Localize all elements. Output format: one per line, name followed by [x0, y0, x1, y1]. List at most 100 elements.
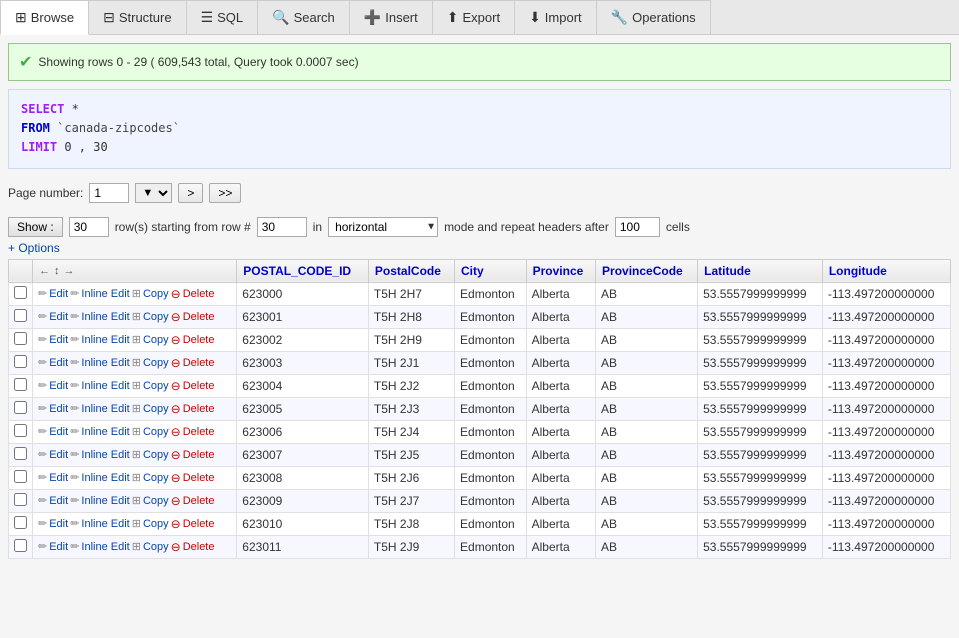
- delete-button[interactable]: Delete: [183, 518, 215, 530]
- cell-postal-code: T5H 2H9: [368, 328, 454, 351]
- tab-structure[interactable]: ⊟Structure: [89, 0, 186, 34]
- copy-button[interactable]: Copy: [143, 311, 169, 323]
- row-checkbox[interactable]: [14, 424, 27, 437]
- delete-button[interactable]: Delete: [183, 495, 215, 507]
- row-checkbox[interactable]: [14, 447, 27, 460]
- sql-limit-values: 0 , 30: [64, 140, 107, 154]
- copy-button[interactable]: Copy: [143, 380, 169, 392]
- inline-edit-button[interactable]: Inline Edit: [81, 495, 129, 507]
- copy-button[interactable]: Copy: [143, 426, 169, 438]
- delete-button[interactable]: Delete: [183, 426, 215, 438]
- page-number-input[interactable]: [89, 183, 129, 203]
- cell-province-code: AB: [596, 466, 698, 489]
- th-postal-code[interactable]: PostalCode: [368, 259, 454, 282]
- mode-select[interactable]: horizontal vertical horizontalflipped: [328, 217, 438, 237]
- cell-postal-code: T5H 2J7: [368, 489, 454, 512]
- headers-repeat-input[interactable]: [615, 217, 660, 237]
- edit-pencil-icon: ✏: [38, 494, 47, 507]
- edit-pencil-icon: ✏: [38, 517, 47, 530]
- cell-province-code: AB: [596, 351, 698, 374]
- options-link[interactable]: + Options: [8, 241, 951, 255]
- copy-button[interactable]: Copy: [143, 357, 169, 369]
- edit-button[interactable]: Edit: [49, 403, 68, 415]
- edit-button[interactable]: Edit: [49, 426, 68, 438]
- edit-button[interactable]: Edit: [49, 357, 68, 369]
- edit-button[interactable]: Edit: [49, 518, 68, 530]
- tab-insert[interactable]: ➕Insert: [350, 0, 433, 34]
- tab-import[interactable]: ⬇Import: [515, 0, 597, 34]
- row-checkbox[interactable]: [14, 355, 27, 368]
- edit-button[interactable]: Edit: [49, 311, 68, 323]
- delete-button[interactable]: Delete: [183, 403, 215, 415]
- inline-edit-button[interactable]: Inline Edit: [81, 449, 129, 461]
- inline-edit-button[interactable]: Inline Edit: [81, 518, 129, 530]
- inline-edit-button[interactable]: Inline Edit: [81, 288, 129, 300]
- row-actions-cell: ✏ Edit ✏ Inline Edit ⊞ Copy ⊖ Delete: [33, 282, 237, 305]
- copy-button[interactable]: Copy: [143, 518, 169, 530]
- row-checkbox[interactable]: [14, 401, 27, 414]
- copy-button[interactable]: Copy: [143, 449, 169, 461]
- inline-edit-button[interactable]: Inline Edit: [81, 403, 129, 415]
- inline-edit-button[interactable]: Inline Edit: [81, 426, 129, 438]
- row-checkbox[interactable]: [14, 470, 27, 483]
- cell-postal-code-id: 623010: [237, 512, 369, 535]
- inline-edit-button[interactable]: Inline Edit: [81, 380, 129, 392]
- next-page-button[interactable]: >: [178, 183, 203, 203]
- row-checkbox[interactable]: [14, 493, 27, 506]
- delete-button[interactable]: Delete: [183, 380, 215, 392]
- row-actions-cell: ✏ Edit ✏ Inline Edit ⊞ Copy ⊖ Delete: [33, 351, 237, 374]
- delete-button[interactable]: Delete: [183, 449, 215, 461]
- copy-button[interactable]: Copy: [143, 541, 169, 553]
- th-province-code[interactable]: ProvinceCode: [596, 259, 698, 282]
- edit-button[interactable]: Edit: [49, 288, 68, 300]
- edit-button[interactable]: Edit: [49, 334, 68, 346]
- last-page-button[interactable]: >>: [209, 183, 241, 203]
- row-checkbox[interactable]: [14, 378, 27, 391]
- cell-postal-code-id: 623001: [237, 305, 369, 328]
- copy-button[interactable]: Copy: [143, 288, 169, 300]
- th-latitude[interactable]: Latitude: [698, 259, 823, 282]
- delete-circle-icon: ⊖: [171, 402, 181, 416]
- row-checkbox[interactable]: [14, 332, 27, 345]
- edit-button[interactable]: Edit: [49, 380, 68, 392]
- inline-edit-button[interactable]: Inline Edit: [81, 311, 129, 323]
- tab-export[interactable]: ⬆Export: [433, 0, 515, 34]
- tab-search[interactable]: 🔍Search: [258, 0, 350, 34]
- copy-button[interactable]: Copy: [143, 472, 169, 484]
- tab-browse[interactable]: ⊞Browse: [0, 0, 89, 35]
- copy-button[interactable]: Copy: [143, 495, 169, 507]
- delete-circle-icon: ⊖: [171, 448, 181, 462]
- row-checkbox[interactable]: [14, 286, 27, 299]
- row-checkbox[interactable]: [14, 516, 27, 529]
- edit-button[interactable]: Edit: [49, 495, 68, 507]
- th-longitude[interactable]: Longitude: [822, 259, 950, 282]
- delete-button[interactable]: Delete: [183, 288, 215, 300]
- inline-edit-button[interactable]: Inline Edit: [81, 334, 129, 346]
- edit-button[interactable]: Edit: [49, 449, 68, 461]
- delete-button[interactable]: Delete: [183, 334, 215, 346]
- row-checkbox[interactable]: [14, 309, 27, 322]
- th-province[interactable]: Province: [526, 259, 595, 282]
- delete-button[interactable]: Delete: [183, 311, 215, 323]
- copy-button[interactable]: Copy: [143, 403, 169, 415]
- inline-edit-button[interactable]: Inline Edit: [81, 541, 129, 553]
- th-postal-code-id[interactable]: POSTAL_CODE_ID: [237, 259, 369, 282]
- row-actions-cell: ✏ Edit ✏ Inline Edit ⊞ Copy ⊖ Delete: [33, 466, 237, 489]
- tab-operations[interactable]: 🔧Operations: [597, 0, 711, 34]
- row-checkbox[interactable]: [14, 539, 27, 552]
- rows-per-page-input[interactable]: [69, 217, 109, 237]
- tab-sql[interactable]: ☰SQL: [187, 0, 259, 34]
- delete-button[interactable]: Delete: [183, 357, 215, 369]
- edit-button[interactable]: Edit: [49, 472, 68, 484]
- delete-button[interactable]: Delete: [183, 472, 215, 484]
- th-city[interactable]: City: [455, 259, 527, 282]
- delete-button[interactable]: Delete: [183, 541, 215, 553]
- page-dropdown[interactable]: ▼: [135, 183, 172, 203]
- show-button[interactable]: Show :: [8, 217, 63, 237]
- edit-button[interactable]: Edit: [49, 541, 68, 553]
- inline-edit-button[interactable]: Inline Edit: [81, 357, 129, 369]
- copy-button[interactable]: Copy: [143, 334, 169, 346]
- start-row-input[interactable]: [257, 217, 307, 237]
- cell-longitude: -113.497200000000: [822, 420, 950, 443]
- inline-edit-button[interactable]: Inline Edit: [81, 472, 129, 484]
